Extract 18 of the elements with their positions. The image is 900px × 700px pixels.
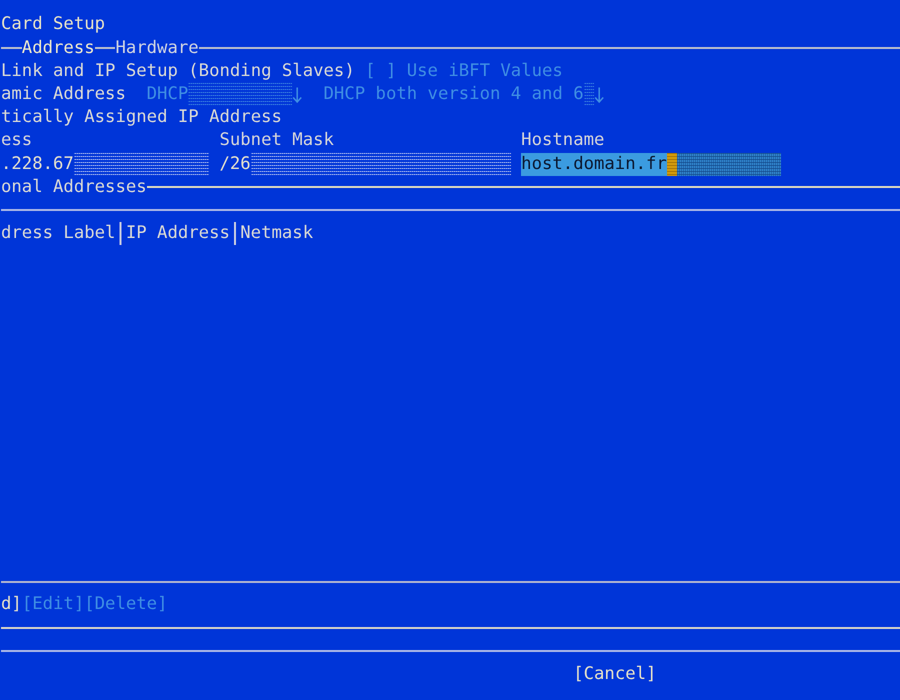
field-label: ess [1, 129, 34, 152]
field-label: Hostname [521, 129, 606, 152]
dialog-title: Card Setup [1, 13, 106, 36]
button[interactable]: d] [1, 593, 22, 616]
radio-option[interactable]: amic Address [1, 82, 126, 106]
field-label: Subnet Mask [219, 129, 335, 152]
radio-option[interactable]: tically Assigned IP Address [1, 106, 282, 130]
column-header: IP Address [126, 222, 230, 246]
text-cursor-icon [666, 152, 678, 176]
down-arrow-icon [292, 86, 303, 103]
down-arrow-icon [594, 86, 604, 103]
section-title: onal Addresses [1, 176, 147, 199]
column-header: dress Label [1, 222, 116, 246]
radio-option[interactable]: Link and IP Setup (Bonding Slaves) [1, 60, 355, 83]
column-header: Netmask [240, 222, 314, 246]
tab[interactable]: Address [22, 36, 95, 60]
cancel-button[interactable]: [Cancel] [573, 662, 656, 686]
tab[interactable]: Hardware [115, 36, 199, 60]
